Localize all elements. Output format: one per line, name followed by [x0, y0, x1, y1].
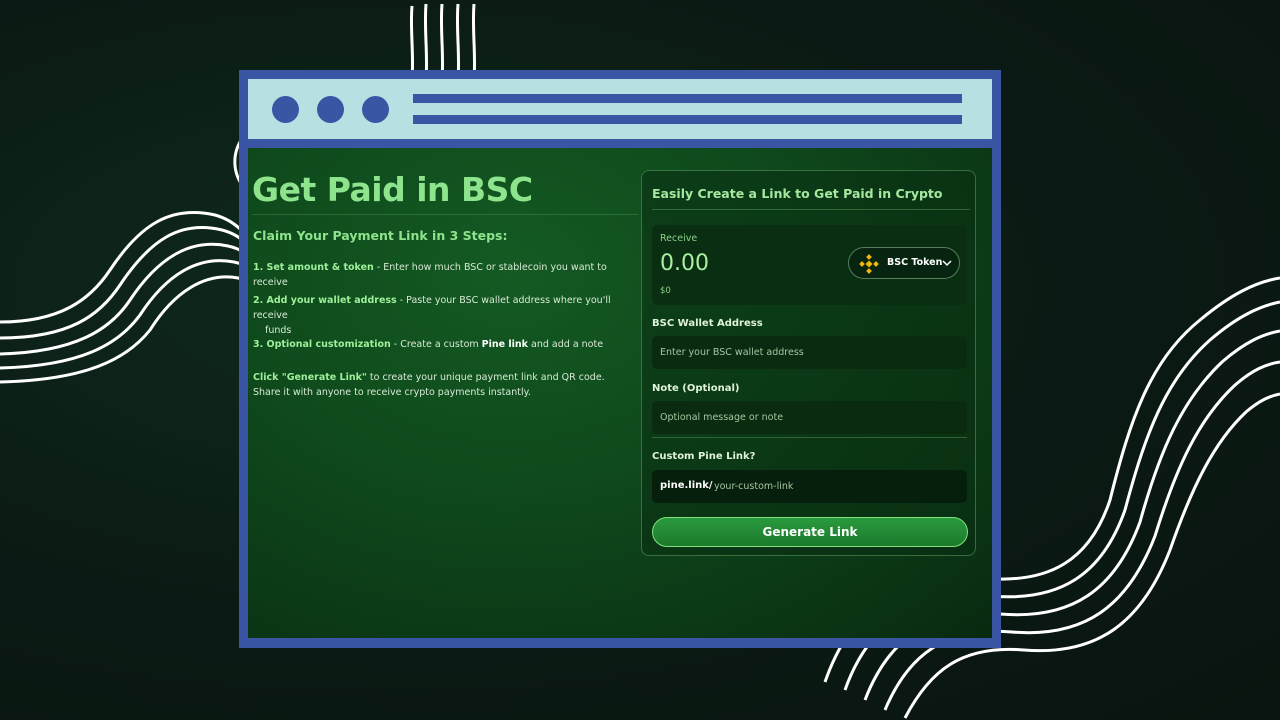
window-dot [362, 96, 389, 123]
step-item: 3. Optional customization - Create a cus… [253, 337, 638, 352]
custom-link-label: Custom Pine Link? [652, 451, 756, 462]
divider [652, 437, 967, 438]
receive-label: Receive [660, 233, 698, 244]
instructions-text: Click "Generate Link" to create your uni… [253, 370, 633, 400]
token-select-button[interactable]: BSC Token [848, 247, 960, 279]
pine-link-highlight: Pine link [481, 339, 528, 350]
step-title: 3. Optional customization [253, 339, 391, 350]
receive-amount-panel: Receive 0.00 $0 BSC Token [652, 225, 967, 305]
chevron-down-icon [942, 260, 952, 267]
note-label: Note (Optional) [652, 383, 740, 394]
step-text: - Create a custom [390, 339, 482, 350]
amount-input[interactable]: 0.00 [660, 251, 709, 276]
step-title: 1. Set amount & token [253, 262, 374, 273]
divider [652, 209, 970, 210]
wallet-address-label: BSC Wallet Address [652, 318, 763, 329]
generate-link-button[interactable]: Generate Link [652, 517, 968, 547]
card-title: Easily Create a Link to Get Paid in Cryp… [652, 186, 943, 201]
page-content: Get Paid in BSC Claim Your Payment Link … [248, 148, 992, 638]
step-text: and add a note [528, 339, 604, 350]
token-label: BSC Token [887, 257, 943, 268]
link-prefix: pine.link/ [660, 480, 713, 491]
step-item: 1. Set amount & token - Enter how much B… [253, 260, 638, 290]
step-text-continued: funds [265, 325, 292, 336]
window-dot [317, 96, 344, 123]
page-title: Get Paid in BSC [252, 170, 533, 209]
custom-link-field: pine.link/ [652, 470, 968, 503]
browser-window-frame: Get Paid in BSC Claim Your Payment Link … [239, 70, 1001, 648]
step-title: 2. Add your wallet address [253, 295, 397, 306]
window-dot [272, 96, 299, 123]
step-item: 2. Add your wallet address - Paste your … [253, 293, 638, 338]
steps-title: Claim Your Payment Link in 3 Steps: [253, 228, 508, 243]
browser-titlebar [248, 79, 992, 139]
payment-link-form-card: Easily Create a Link to Get Paid in Cryp… [641, 170, 976, 556]
custom-link-input[interactable] [710, 470, 968, 503]
divider [252, 214, 638, 215]
cta-bold: Click "Generate Link" [253, 372, 367, 383]
address-bar-line [413, 94, 962, 103]
address-bar-line [413, 115, 962, 124]
note-input[interactable] [652, 401, 967, 434]
bnb-icon [859, 254, 879, 274]
wallet-address-input[interactable] [652, 336, 967, 369]
usd-value: $0 [660, 286, 671, 296]
